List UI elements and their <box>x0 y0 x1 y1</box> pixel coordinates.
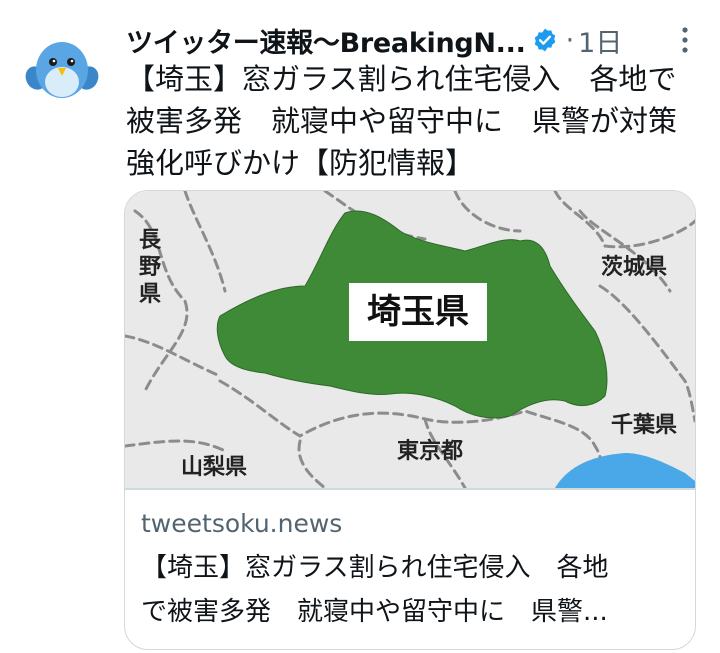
label-chiba: 千葉県 <box>611 413 678 438</box>
timestamp[interactable]: 1日 <box>578 21 622 60</box>
tweet-text: 【埼玉】窓ガラス割られ住宅侵入 各地で 被害多発 就寝中や留守中に 県警が対策 … <box>126 62 678 180</box>
tweet-header: ツイッター速報〜BreakingN... · 1日 <box>126 18 700 62</box>
more-options-button[interactable] <box>670 25 700 55</box>
separator-dot: · <box>565 24 575 56</box>
label-tokyo: 東京都 <box>397 439 464 464</box>
link-card[interactable]: 埼玉県 長野県 茨城県 千葉県 東京都 山梨県 tweetsoku.news 【… <box>124 190 696 650</box>
card-title[interactable]: 【埼玉】窓ガラス割られ住宅侵入 各地 で被害多発 就寝中や留守中に 県警... <box>141 546 681 634</box>
display-name[interactable]: ツイッター速報〜BreakingN... <box>126 21 526 60</box>
label-saitama: 埼玉県 <box>367 292 469 332</box>
verified-badge-icon <box>534 28 555 52</box>
label-yamanashi: 山梨県 <box>181 455 248 480</box>
label-ibaraki: 茨城県 <box>601 255 668 280</box>
label-nagano: 長野県 <box>138 228 161 307</box>
more-options-icon <box>682 27 688 53</box>
card-divider <box>125 488 695 490</box>
card-text[interactable]: tweetsoku.news 【埼玉】窓ガラス割られ住宅侵入 各地 で被害多発 … <box>141 509 681 634</box>
avatar[interactable] <box>22 26 102 106</box>
card-domain[interactable]: tweetsoku.news <box>141 509 681 538</box>
bird-avatar-icon <box>22 26 102 106</box>
